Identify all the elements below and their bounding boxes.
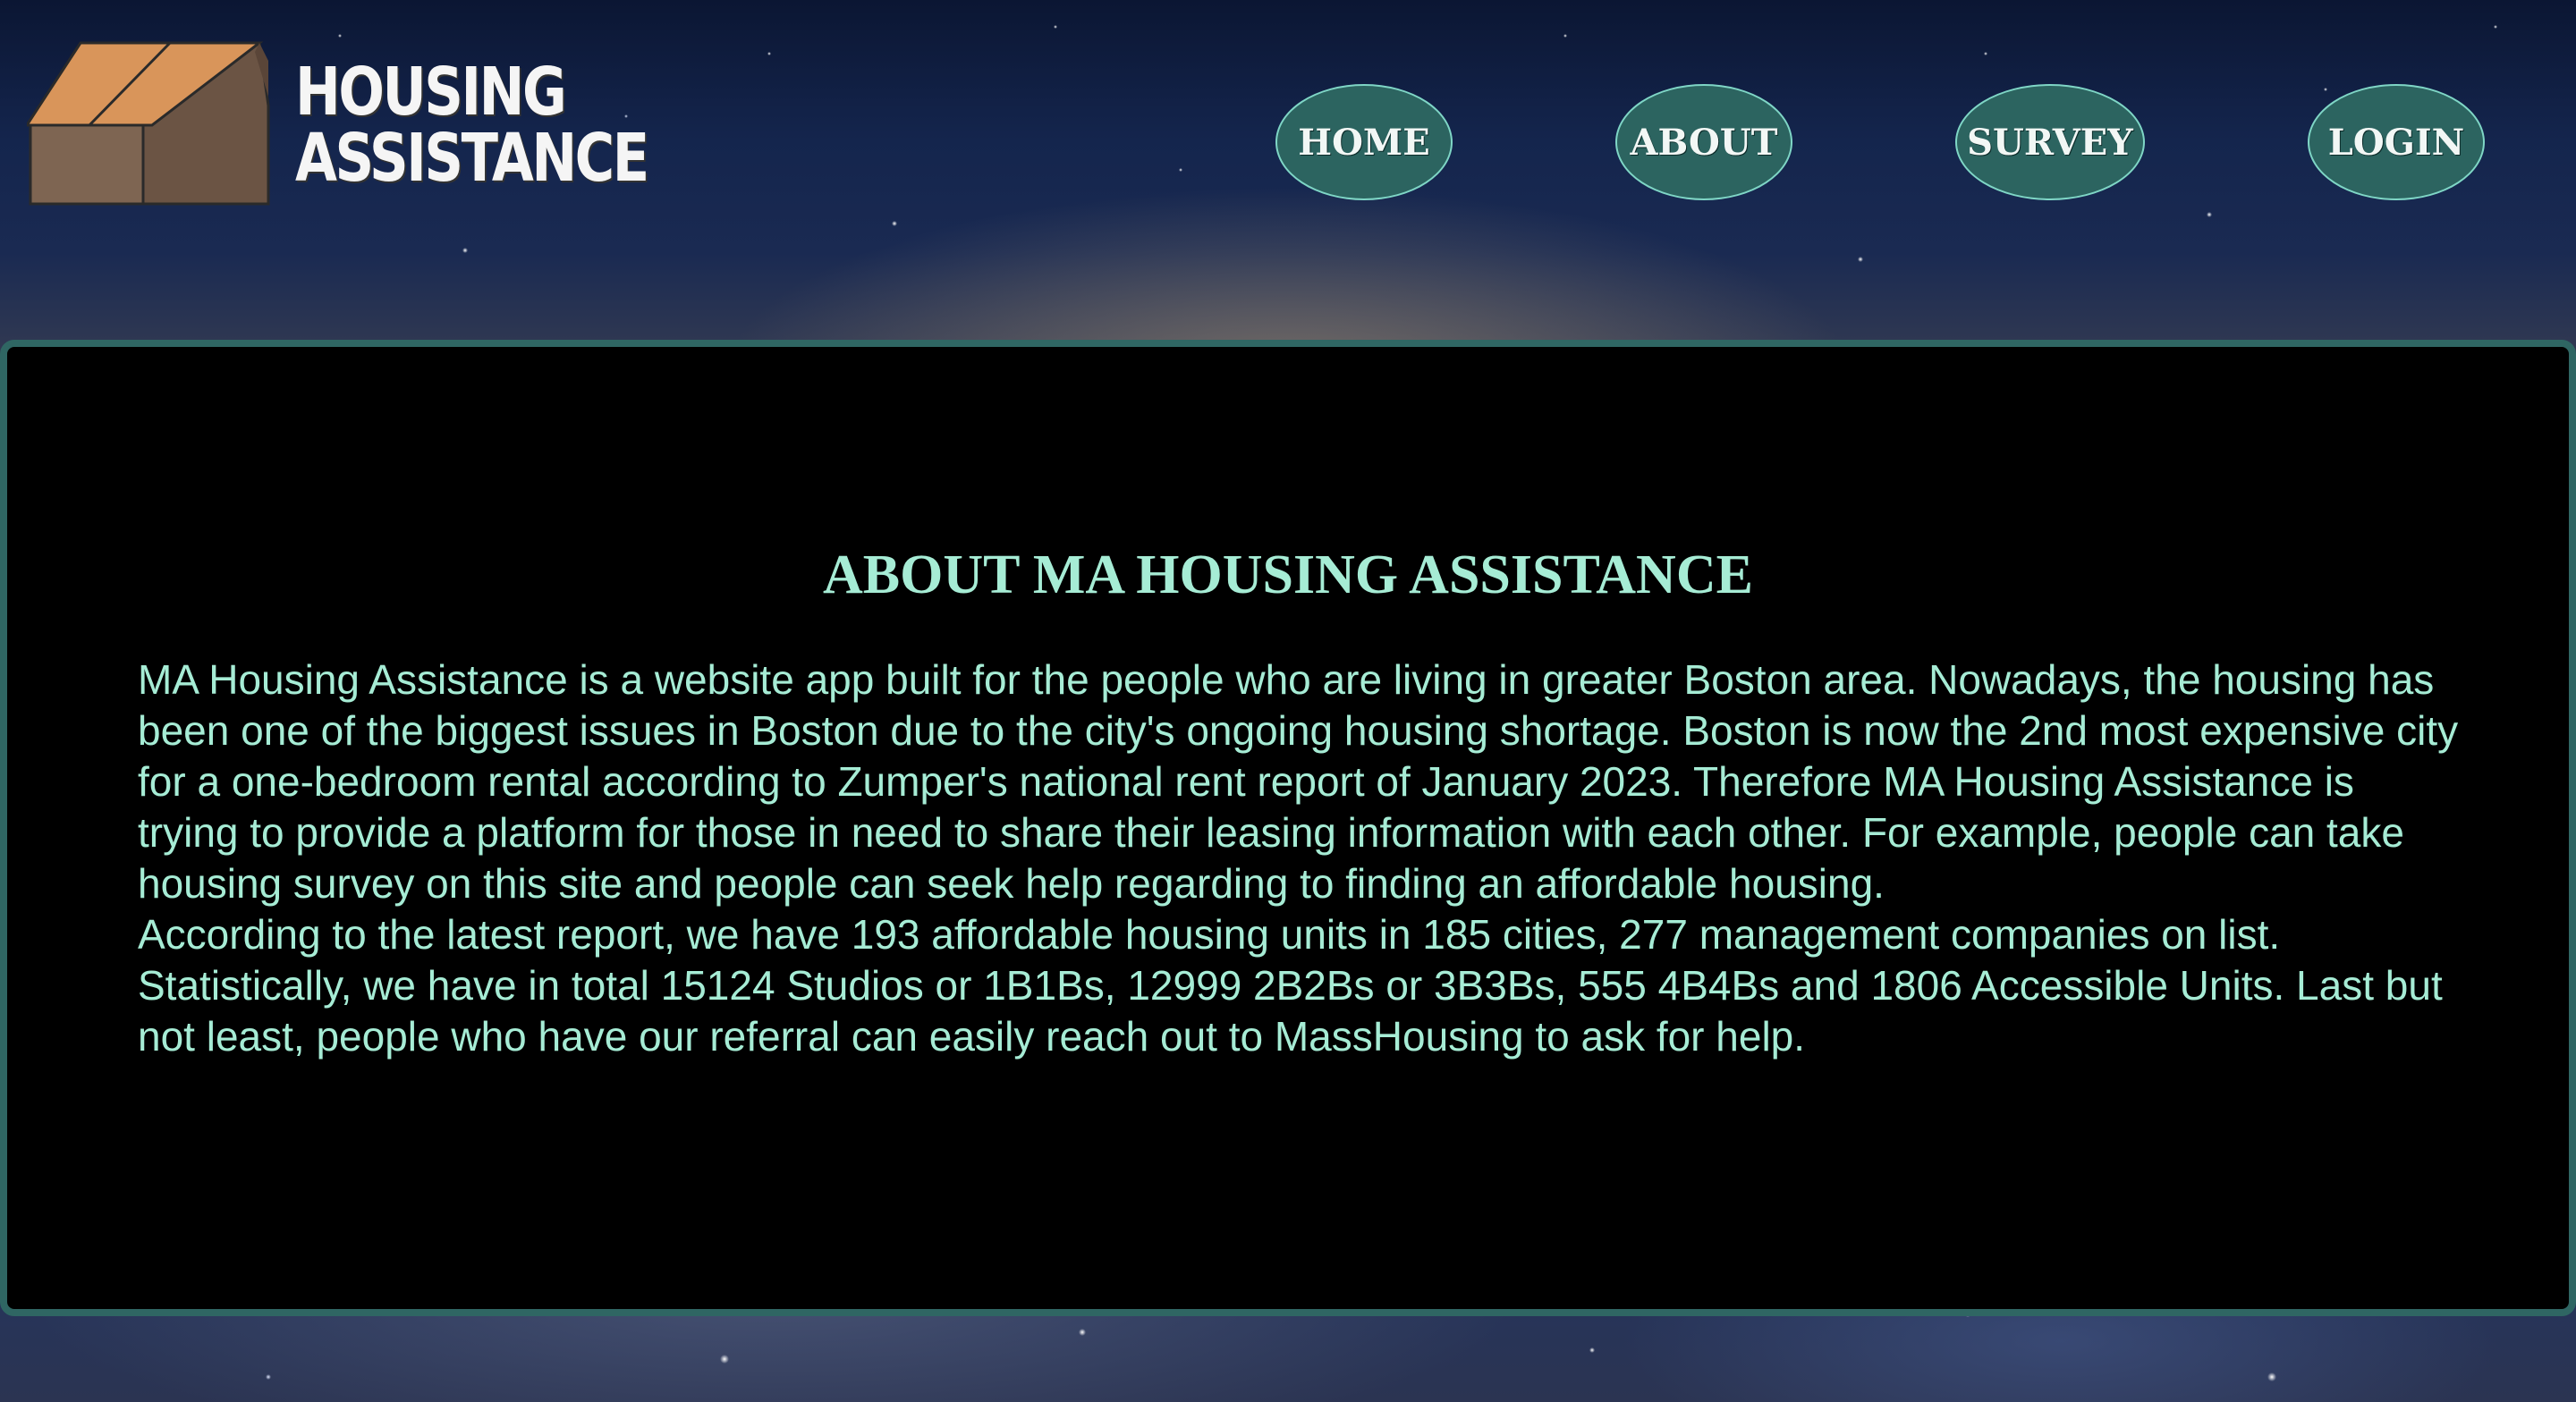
site-header: HOUSING ASSISTANCE HOME ABOUT SURVEY LOG… <box>0 0 2576 286</box>
about-body: MA Housing Assistance is a website app b… <box>138 655 2463 1062</box>
site-logo[interactable]: HOUSING ASSISTANCE <box>27 34 649 209</box>
nav-login-button[interactable]: LOGIN <box>2308 84 2485 200</box>
house-icon <box>27 41 270 206</box>
logo-text: HOUSING ASSISTANCE <box>295 54 649 197</box>
nav-survey-button[interactable]: SURVEY <box>1955 84 2145 200</box>
logo-line-1: HOUSING <box>295 54 567 131</box>
about-title: ABOUT MA HOUSING ASSISTANCE <box>823 545 1753 605</box>
logo-line-2: ASSISTANCE <box>295 120 649 197</box>
nav-about-button[interactable]: ABOUT <box>1615 84 1792 200</box>
nav-home-button[interactable]: HOME <box>1275 84 1453 200</box>
about-paragraph-1: MA Housing Assistance is a website app b… <box>138 656 2459 907</box>
about-panel: ABOUT MA HOUSING ASSISTANCE MA Housing A… <box>0 340 2576 1316</box>
about-paragraph-2: According to the latest report, we have … <box>138 911 2443 1060</box>
